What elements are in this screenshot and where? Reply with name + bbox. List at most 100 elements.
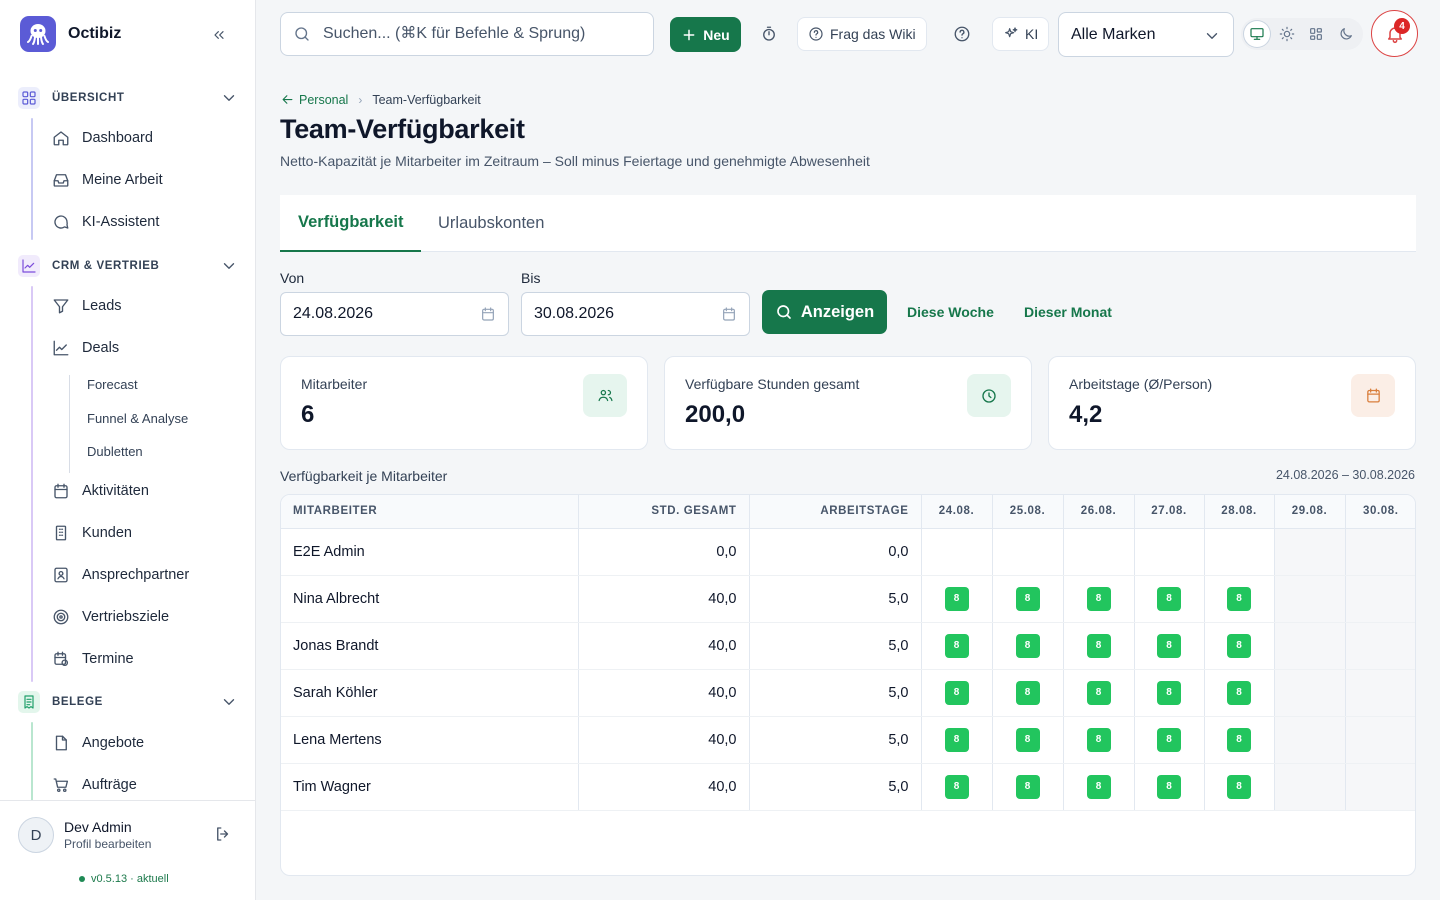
table-row[interactable]: Jonas Brandt 40,0 5,0 8 8 8 8 8 [281,622,1415,670]
avatar[interactable]: D [18,817,54,853]
section-overview[interactable]: ÜBERSICHT [18,87,240,109]
chevron-down-icon[interactable] [220,693,238,711]
table-row[interactable]: Nina Albrecht 40,0 5,0 8 8 8 8 8 [281,575,1415,623]
column-header-hours[interactable]: STD. GESAMT [578,495,750,529]
hours-badge[interactable]: 8 [1015,586,1040,611]
this-week-link[interactable]: Diese Woche [907,304,994,320]
hours-badge[interactable]: 8 [1086,633,1111,658]
sidebar-item-angebote[interactable]: Angebote [52,731,144,755]
table-row[interactable]: Tim Wagner 40,0 5,0 8 8 8 8 8 [281,763,1415,811]
hours-badge[interactable]: 8 [944,633,969,658]
trend-chart-icon [18,255,40,277]
layout-grid-icon[interactable] [1304,21,1330,47]
notifications-button[interactable] [1371,10,1418,57]
calendar-icon[interactable] [721,306,737,322]
calendar-clock-icon [54,651,69,667]
hours-badge[interactable]: 8 [1086,586,1111,611]
sidebar-item-leads[interactable]: Leads [52,294,122,318]
hours-badge[interactable]: 8 [944,586,969,611]
availability-table: MITARBEITER STD. GESAMT ARBEITSTAGE 24.0… [280,494,1416,876]
section-label: BELEGE [52,696,103,708]
help-icon[interactable] [952,24,972,44]
hours-badge[interactable]: 8 [1157,680,1181,705]
hours-badge[interactable]: 8 [1227,774,1251,799]
brand[interactable]: Octibiz [20,16,121,52]
hours-badge[interactable]: 8 [944,680,969,705]
hours-badge[interactable]: 8 [1086,680,1111,705]
sidebar-subitem-forecast[interactable]: Forecast [87,377,138,392]
hours-badge[interactable]: 8 [1086,774,1111,799]
hours-badge[interactable]: 8 [1086,727,1111,752]
sidebar-item-label: Ansprechpartner [82,567,190,583]
day-cell: 8 [992,622,1064,670]
sidebar-item-label: KI-Assistent [82,214,160,230]
from-label: Von [280,270,305,286]
brand-select-value: Alle Marken [1071,25,1156,43]
hours-badge[interactable]: 8 [944,727,969,752]
ai-button[interactable]: KI [992,17,1050,51]
day-cell: 8 [992,575,1064,623]
breadcrumb-back-link[interactable]: Personal [280,92,348,107]
tab-urlaubskonten[interactable]: Urlaubskonten [438,195,544,252]
hours-badge[interactable]: 8 [1227,633,1251,658]
sidebar-item-kunden[interactable]: Kunden [52,521,132,545]
table-row[interactable]: Lena Mertens 40,0 5,0 8 8 8 8 8 [281,716,1415,764]
day-cell: 8 [921,716,993,764]
hours-badge[interactable]: 8 [1157,727,1181,752]
sidebar-subitem-funnel[interactable]: Funnel & Analyse [87,411,188,426]
sidebar-item-termine[interactable]: Termine [52,647,134,671]
hours-badge[interactable]: 8 [944,774,969,799]
new-button[interactable]: Neu [670,17,741,52]
hours-badge[interactable]: 8 [1015,774,1040,799]
hours-badge[interactable]: 8 [1227,727,1251,752]
hours-badge[interactable]: 8 [1015,727,1040,752]
chevron-down-icon[interactable] [220,257,238,275]
sidebar-item-auftraege[interactable]: Aufträge [52,773,137,797]
to-date-input[interactable] [534,305,704,323]
sun-icon[interactable] [1274,21,1300,47]
hours-badge[interactable]: 8 [1227,586,1251,611]
hours-badge[interactable]: 8 [1157,774,1181,799]
sidebar-item-deals[interactable]: Deals [52,336,119,360]
sidebar-item-vertriebsziele[interactable]: Vertriebsziele [52,605,169,629]
column-header-employee[interactable]: MITARBEITER [281,495,579,529]
collapse-sidebar-icon[interactable] [208,24,230,46]
table-row[interactable]: E2E Admin 0,0 0,0 [281,528,1415,576]
hours-badge[interactable]: 8 [1227,680,1251,705]
section-belege[interactable]: BELEGE [18,691,240,713]
sidebar: Octibiz ÜBERSICHT Dashboard Meine Arbeit… [0,0,256,900]
search-bar[interactable] [280,12,654,56]
edit-profile-link[interactable]: Profil bearbeiten [64,837,151,851]
column-header-days[interactable]: ARBEITSTAGE [749,495,922,529]
logout-icon[interactable] [214,825,232,843]
sidebar-item-meine-arbeit[interactable]: Meine Arbeit [52,168,163,192]
timer-icon[interactable] [759,24,779,44]
section-crm[interactable]: CRM & VERTRIEB [18,255,240,277]
ask-wiki-button[interactable]: Frag das Wiki [797,17,927,51]
hours-badge[interactable]: 8 [1015,633,1040,658]
chevron-down-icon[interactable] [220,89,238,107]
stat-value: 6 [301,401,315,428]
calendar-icon[interactable] [480,306,496,322]
sidebar-item-ki-assistent[interactable]: KI-Assistent [52,210,159,234]
from-date-field[interactable] [280,292,509,336]
search-input[interactable] [323,25,643,43]
to-date-field[interactable] [521,292,750,336]
version-label: v0.5.13 · aktuell [91,873,169,885]
sidebar-item-ansprechpartner[interactable]: Ansprechpartner [52,563,189,587]
hours-badge[interactable]: 8 [1015,680,1040,705]
from-date-input[interactable] [293,305,463,323]
hours-badge[interactable]: 8 [1157,586,1181,611]
sidebar-item-aktivitaeten[interactable]: Aktivitäten [52,479,149,503]
hours-badge[interactable]: 8 [1157,633,1181,658]
tab-verfuegbarkeit[interactable]: Verfügbarkeit [280,195,422,252]
sidebar-subitem-dubletten[interactable]: Dubletten [87,444,143,459]
table-row[interactable]: Sarah Köhler 40,0 5,0 8 8 8 8 8 [281,669,1415,717]
this-month-link[interactable]: Dieser Monat [1024,304,1112,320]
monitor-icon[interactable] [1244,21,1270,47]
brand-select[interactable]: Alle Marken [1058,12,1234,57]
moon-icon[interactable] [1333,21,1359,47]
total-hours: 40,0 [578,716,750,764]
sidebar-item-dashboard[interactable]: Dashboard [52,126,153,150]
show-button[interactable]: Anzeigen [762,290,887,334]
